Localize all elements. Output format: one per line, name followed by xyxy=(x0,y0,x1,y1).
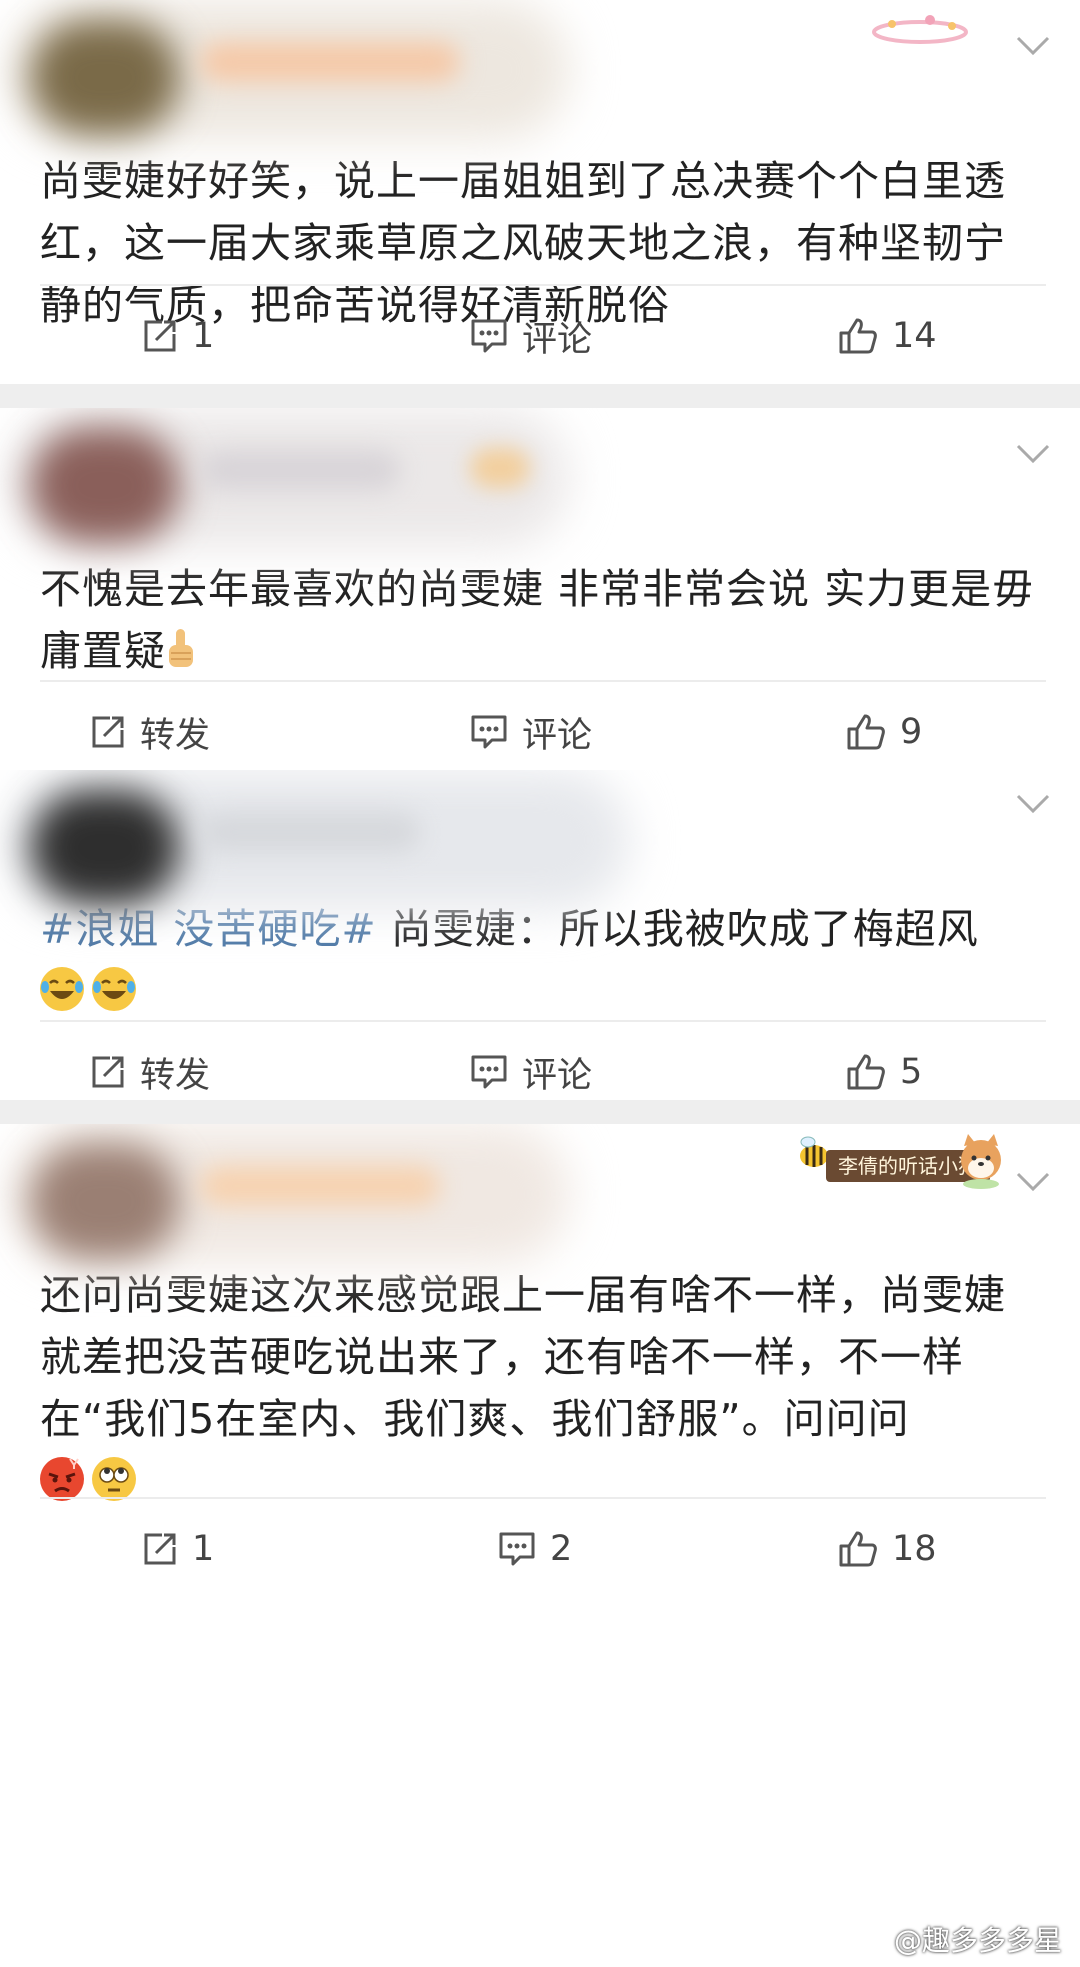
like-count: 9 xyxy=(900,712,923,752)
repost-button[interactable]: 1 xyxy=(142,1499,214,1599)
thumbs-up-icon xyxy=(839,318,877,354)
like-button[interactable]: 18 xyxy=(838,1499,937,1599)
blurred-username xyxy=(200,1166,440,1206)
chevron-down-icon[interactable] xyxy=(1016,794,1050,814)
like-count: 5 xyxy=(900,1052,923,1092)
repost-icon xyxy=(92,1056,124,1088)
comment-icon xyxy=(499,1532,535,1566)
comment-text-content: 尚雯婕：所以我被吹成了梅超风 xyxy=(376,905,979,953)
comment-text: #浪姐 没苦硬吃# 尚雯婕：所以我被吹成了梅超风 xyxy=(40,898,1040,1022)
comment-card: #浪姐 没苦硬吃# 尚雯婕：所以我被吹成了梅超风 转发 评论 5 xyxy=(0,770,1080,1100)
watermark: @趣多多多星 xyxy=(893,1924,1062,1957)
blurred-badge xyxy=(470,448,530,488)
avatar[interactable] xyxy=(30,428,180,543)
comment-card: 不愧是去年最喜欢的尚雯婕 非常非常会说 实力更是毋庸置疑 转发 评论 9 xyxy=(0,408,1080,770)
chevron-down-icon[interactable] xyxy=(1016,36,1050,56)
chevron-down-icon[interactable] xyxy=(1016,1172,1050,1192)
angry-face-emoji xyxy=(40,1457,84,1501)
comment-card: 李倩的听话小狗 还问尚雯婕这次来感觉跟上一届有啥不一样，尚雯婕就差把没苦硬吃说出… xyxy=(0,1124,1080,1967)
action-bar: 转发 评论 9 xyxy=(40,680,1046,770)
comment-header xyxy=(0,770,1080,910)
comment-text-content: 还问尚雯婕这次来感觉跟上一届有啥不一样，尚雯婕就差把没苦硬吃说出来了，还有啥不一… xyxy=(40,1271,1006,1443)
comment-header: 李倩的听话小狗 xyxy=(0,1124,1080,1264)
comment-icon xyxy=(471,319,507,353)
like-button[interactable]: 5 xyxy=(846,1022,922,1100)
comment-icon xyxy=(471,715,507,749)
repost-button[interactable]: 转发 xyxy=(90,1022,210,1100)
laughing-tears-emoji xyxy=(92,967,136,1011)
repost-button[interactable]: 1 xyxy=(142,286,214,384)
comment-label: 评论 xyxy=(522,319,593,360)
comment-text: 不愧是去年最喜欢的尚雯婕 非常非常会说 实力更是毋庸置疑 xyxy=(40,558,1040,682)
comment-button[interactable]: 评论 xyxy=(470,286,592,384)
repost-icon xyxy=(144,320,176,352)
avatar[interactable] xyxy=(30,1144,180,1259)
thumbs-up-icon xyxy=(847,714,885,750)
like-count: 14 xyxy=(892,316,937,356)
like-count: 18 xyxy=(892,1529,937,1569)
repost-label: 转发 xyxy=(140,1055,211,1096)
comment-header xyxy=(0,408,1080,558)
like-button[interactable]: 14 xyxy=(838,286,937,384)
comment-header xyxy=(0,0,1080,150)
comment-button[interactable]: 2 xyxy=(498,1499,572,1599)
repost-icon xyxy=(92,716,124,748)
feed: 尚雯婕好好笑，说上一届姐姐到了总决赛个个白里透红，这一届大家乘草原之风破天地之浪… xyxy=(0,0,1080,1967)
repost-button[interactable]: 转发 xyxy=(90,682,210,770)
fan-badge[interactable]: 李倩的听话小狗 xyxy=(794,1132,1004,1189)
blurred-username xyxy=(200,450,400,490)
avatar[interactable] xyxy=(30,790,180,905)
thumbs-up-icon xyxy=(839,1531,877,1567)
repost-count: 1 xyxy=(192,1529,215,1569)
repost-label: 转发 xyxy=(140,715,211,756)
action-bar: 1 2 18 xyxy=(40,1497,1046,1599)
decoration-icon xyxy=(872,15,968,44)
hashtag-link[interactable]: #浪姐 没苦硬吃# xyxy=(40,905,377,953)
chevron-down-icon[interactable] xyxy=(1016,444,1050,464)
action-bar: 1 评论 14 xyxy=(40,284,1046,384)
blurred-username xyxy=(200,42,460,82)
repost-icon xyxy=(144,1533,176,1565)
comment-label: 评论 xyxy=(522,1055,593,1096)
comment-text: 还问尚雯婕这次来感觉跟上一届有啥不一样，尚雯婕就差把没苦硬吃说出来了，还有啥不一… xyxy=(40,1264,1040,1512)
separator xyxy=(0,384,1080,408)
comment-icon xyxy=(471,1055,507,1089)
avatar[interactable] xyxy=(30,20,180,135)
action-bar: 转发 评论 5 xyxy=(40,1020,1046,1100)
thumbs-up-icon xyxy=(847,1054,885,1090)
comment-button[interactable]: 评论 xyxy=(470,1022,592,1100)
like-button[interactable]: 9 xyxy=(846,682,922,770)
shiba-dog-icon xyxy=(961,1134,1001,1189)
comment-card: 尚雯婕好好笑，说上一届姐姐到了总决赛个个白里透红，这一届大家乘草原之风破天地之浪… xyxy=(0,0,1080,384)
comment-label: 评论 xyxy=(522,715,593,756)
repost-count: 1 xyxy=(192,316,215,356)
comment-button[interactable]: 评论 xyxy=(470,682,592,770)
comment-count: 2 xyxy=(550,1529,573,1569)
laughing-tears-emoji xyxy=(40,967,84,1011)
eye-roll-face-emoji xyxy=(92,1457,136,1501)
thumbs-up-emoji xyxy=(166,626,196,670)
blurred-username xyxy=(200,812,420,852)
separator xyxy=(0,1100,1080,1124)
